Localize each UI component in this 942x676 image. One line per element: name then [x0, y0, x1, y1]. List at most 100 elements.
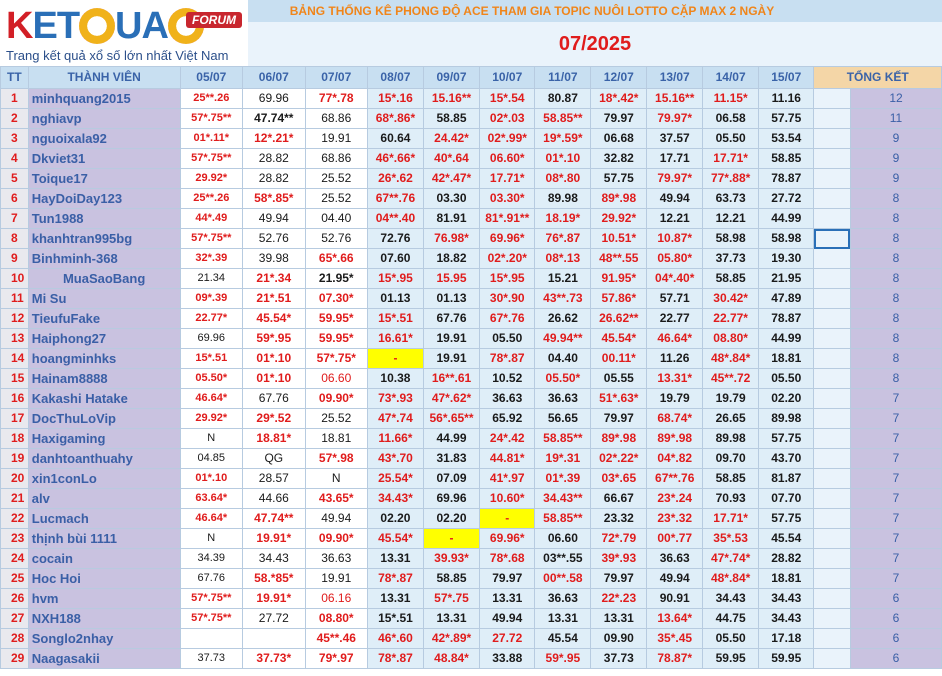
value-cell[interactable]: 10.38 — [366, 368, 424, 389]
value-cell[interactable]: 09.90* — [304, 528, 368, 549]
value-cell[interactable]: 81*.91** — [479, 208, 536, 229]
value-cell[interactable]: 81.87 — [758, 468, 815, 489]
spacer-cell[interactable] — [813, 648, 851, 669]
spacer-cell[interactable] — [813, 448, 851, 469]
value-cell[interactable]: 65*.66 — [304, 248, 368, 269]
value-cell[interactable]: 72*.79 — [590, 528, 648, 549]
value-cell[interactable]: 52.76 — [304, 228, 368, 249]
member-name-cell[interactable]: Hoc Hoi — [27, 568, 181, 589]
value-cell[interactable]: 21*.51 — [242, 288, 306, 309]
value-cell[interactable]: 12.21 — [646, 208, 704, 229]
value-cell[interactable]: 02*.22* — [590, 448, 648, 469]
value-cell[interactable]: 90.91 — [646, 588, 704, 609]
value-cell[interactable]: 13.31 — [590, 608, 648, 629]
value-cell[interactable]: 29*.52 — [242, 408, 306, 429]
value-cell[interactable]: 49.94 — [479, 608, 536, 629]
value-cell[interactable]: 22.77* — [179, 308, 244, 329]
spacer-cell[interactable] — [813, 188, 851, 209]
value-cell[interactable]: 48.84* — [422, 648, 481, 669]
value-cell[interactable]: 01*.10 — [242, 368, 306, 389]
spacer-cell[interactable] — [813, 388, 851, 409]
value-cell[interactable]: 10.60* — [479, 488, 536, 509]
value-cell[interactable]: 34.43 — [758, 588, 815, 609]
member-name-cell[interactable]: hvm — [27, 588, 181, 609]
value-cell[interactable]: 52.76 — [242, 228, 306, 249]
value-cell[interactable]: 58.85 — [422, 568, 481, 589]
value-cell[interactable]: 45.54 — [534, 628, 592, 649]
value-cell[interactable]: 11.15* — [702, 88, 760, 109]
spacer-cell[interactable] — [813, 368, 851, 389]
value-cell[interactable]: 12.21 — [702, 208, 760, 229]
value-cell[interactable]: 47*.74 — [366, 408, 424, 429]
value-cell[interactable]: 17.71* — [479, 168, 536, 189]
value-cell[interactable]: 56*.65** — [422, 408, 481, 429]
total-cell[interactable]: 6 — [849, 608, 942, 629]
row-number[interactable]: 4 — [0, 148, 29, 169]
value-cell[interactable]: 47.74** — [242, 108, 306, 129]
value-cell[interactable]: 68*.86* — [366, 108, 424, 129]
value-cell[interactable]: 89*.98 — [590, 188, 648, 209]
value-cell[interactable]: 36.63 — [646, 548, 704, 569]
value-cell[interactable]: 78.87 — [758, 308, 815, 329]
value-cell[interactable]: 13.31 — [422, 608, 481, 629]
value-cell[interactable]: 18.81 — [758, 348, 815, 369]
member-name-cell[interactable]: alv — [27, 488, 181, 509]
value-cell[interactable]: 04*.82 — [646, 448, 704, 469]
value-cell[interactable]: 37.73 — [590, 648, 648, 669]
member-name-cell[interactable]: minhquang2015 — [27, 88, 181, 109]
value-cell[interactable]: 76*.87 — [534, 228, 592, 249]
value-cell[interactable]: 15*.16 — [366, 88, 424, 109]
member-name-cell[interactable]: Hainam8888 — [27, 368, 181, 389]
value-cell[interactable]: 79.97 — [590, 108, 648, 129]
value-cell[interactable]: 19.91* — [242, 528, 306, 549]
value-cell[interactable]: 37.57 — [646, 128, 704, 149]
value-cell[interactable]: 19.91* — [242, 588, 306, 609]
row-number[interactable]: 13 — [0, 328, 29, 349]
site-logo[interactable]: KETUA FORUM Trang kết quả xổ số lớn nhất… — [0, 0, 248, 66]
value-cell[interactable]: 79.97 — [479, 568, 536, 589]
spacer-cell[interactable] — [813, 588, 851, 609]
total-cell[interactable]: 7 — [849, 448, 942, 469]
value-cell[interactable]: - — [479, 508, 536, 529]
value-cell[interactable]: 01*.10 — [242, 348, 306, 369]
value-cell[interactable]: 49.94** — [534, 328, 592, 349]
spacer-cell[interactable] — [813, 628, 851, 649]
spacer-cell[interactable] — [813, 528, 851, 549]
total-cell[interactable]: 7 — [849, 568, 942, 589]
value-cell[interactable]: 58.85 — [702, 468, 760, 489]
member-name-cell[interactable]: cocain — [27, 548, 181, 569]
value-cell[interactable]: 18.19* — [534, 208, 592, 229]
value-cell[interactable]: 58.85** — [534, 508, 592, 529]
value-cell[interactable]: 89.98 — [702, 428, 760, 449]
row-number[interactable]: 27 — [0, 608, 29, 629]
spacer-cell[interactable] — [813, 408, 851, 429]
value-cell[interactable]: 13.31 — [366, 548, 424, 569]
value-cell[interactable]: 26*.62 — [366, 168, 424, 189]
value-cell[interactable]: 13.31 — [534, 608, 592, 629]
value-cell[interactable]: 47.89 — [758, 288, 815, 309]
row-number[interactable]: 6 — [0, 188, 29, 209]
value-cell[interactable]: 49.94 — [646, 188, 704, 209]
value-cell[interactable]: - — [366, 348, 424, 369]
value-cell[interactable]: 18.82 — [422, 248, 481, 269]
value-cell[interactable]: 34.43 — [242, 548, 306, 569]
spacer-cell[interactable] — [813, 88, 851, 109]
value-cell[interactable]: 47.74** — [242, 508, 306, 529]
value-cell[interactable]: 45**.72 — [702, 368, 760, 389]
value-cell[interactable]: 53.54 — [758, 128, 815, 149]
value-cell[interactable]: 69.96 — [179, 328, 244, 349]
member-name-cell[interactable]: Toique17 — [27, 168, 181, 189]
value-cell[interactable]: 15*.54 — [479, 88, 536, 109]
value-cell[interactable]: 04.85 — [179, 448, 244, 469]
value-cell[interactable]: 01.13 — [366, 288, 424, 309]
total-cell[interactable]: 7 — [849, 388, 942, 409]
member-name-cell[interactable]: Kakashi Hatake — [27, 388, 181, 409]
row-number[interactable]: 7 — [0, 208, 29, 229]
value-cell[interactable]: 07.60 — [366, 248, 424, 269]
spacer-cell[interactable] — [813, 168, 851, 189]
value-cell[interactable]: 49.94 — [304, 508, 368, 529]
value-cell[interactable]: 47*.74* — [702, 548, 760, 569]
value-cell[interactable]: 57*.75 — [422, 588, 481, 609]
value-cell[interactable]: 01*.39 — [534, 468, 592, 489]
member-name-cell[interactable]: Lucmach — [27, 508, 181, 529]
